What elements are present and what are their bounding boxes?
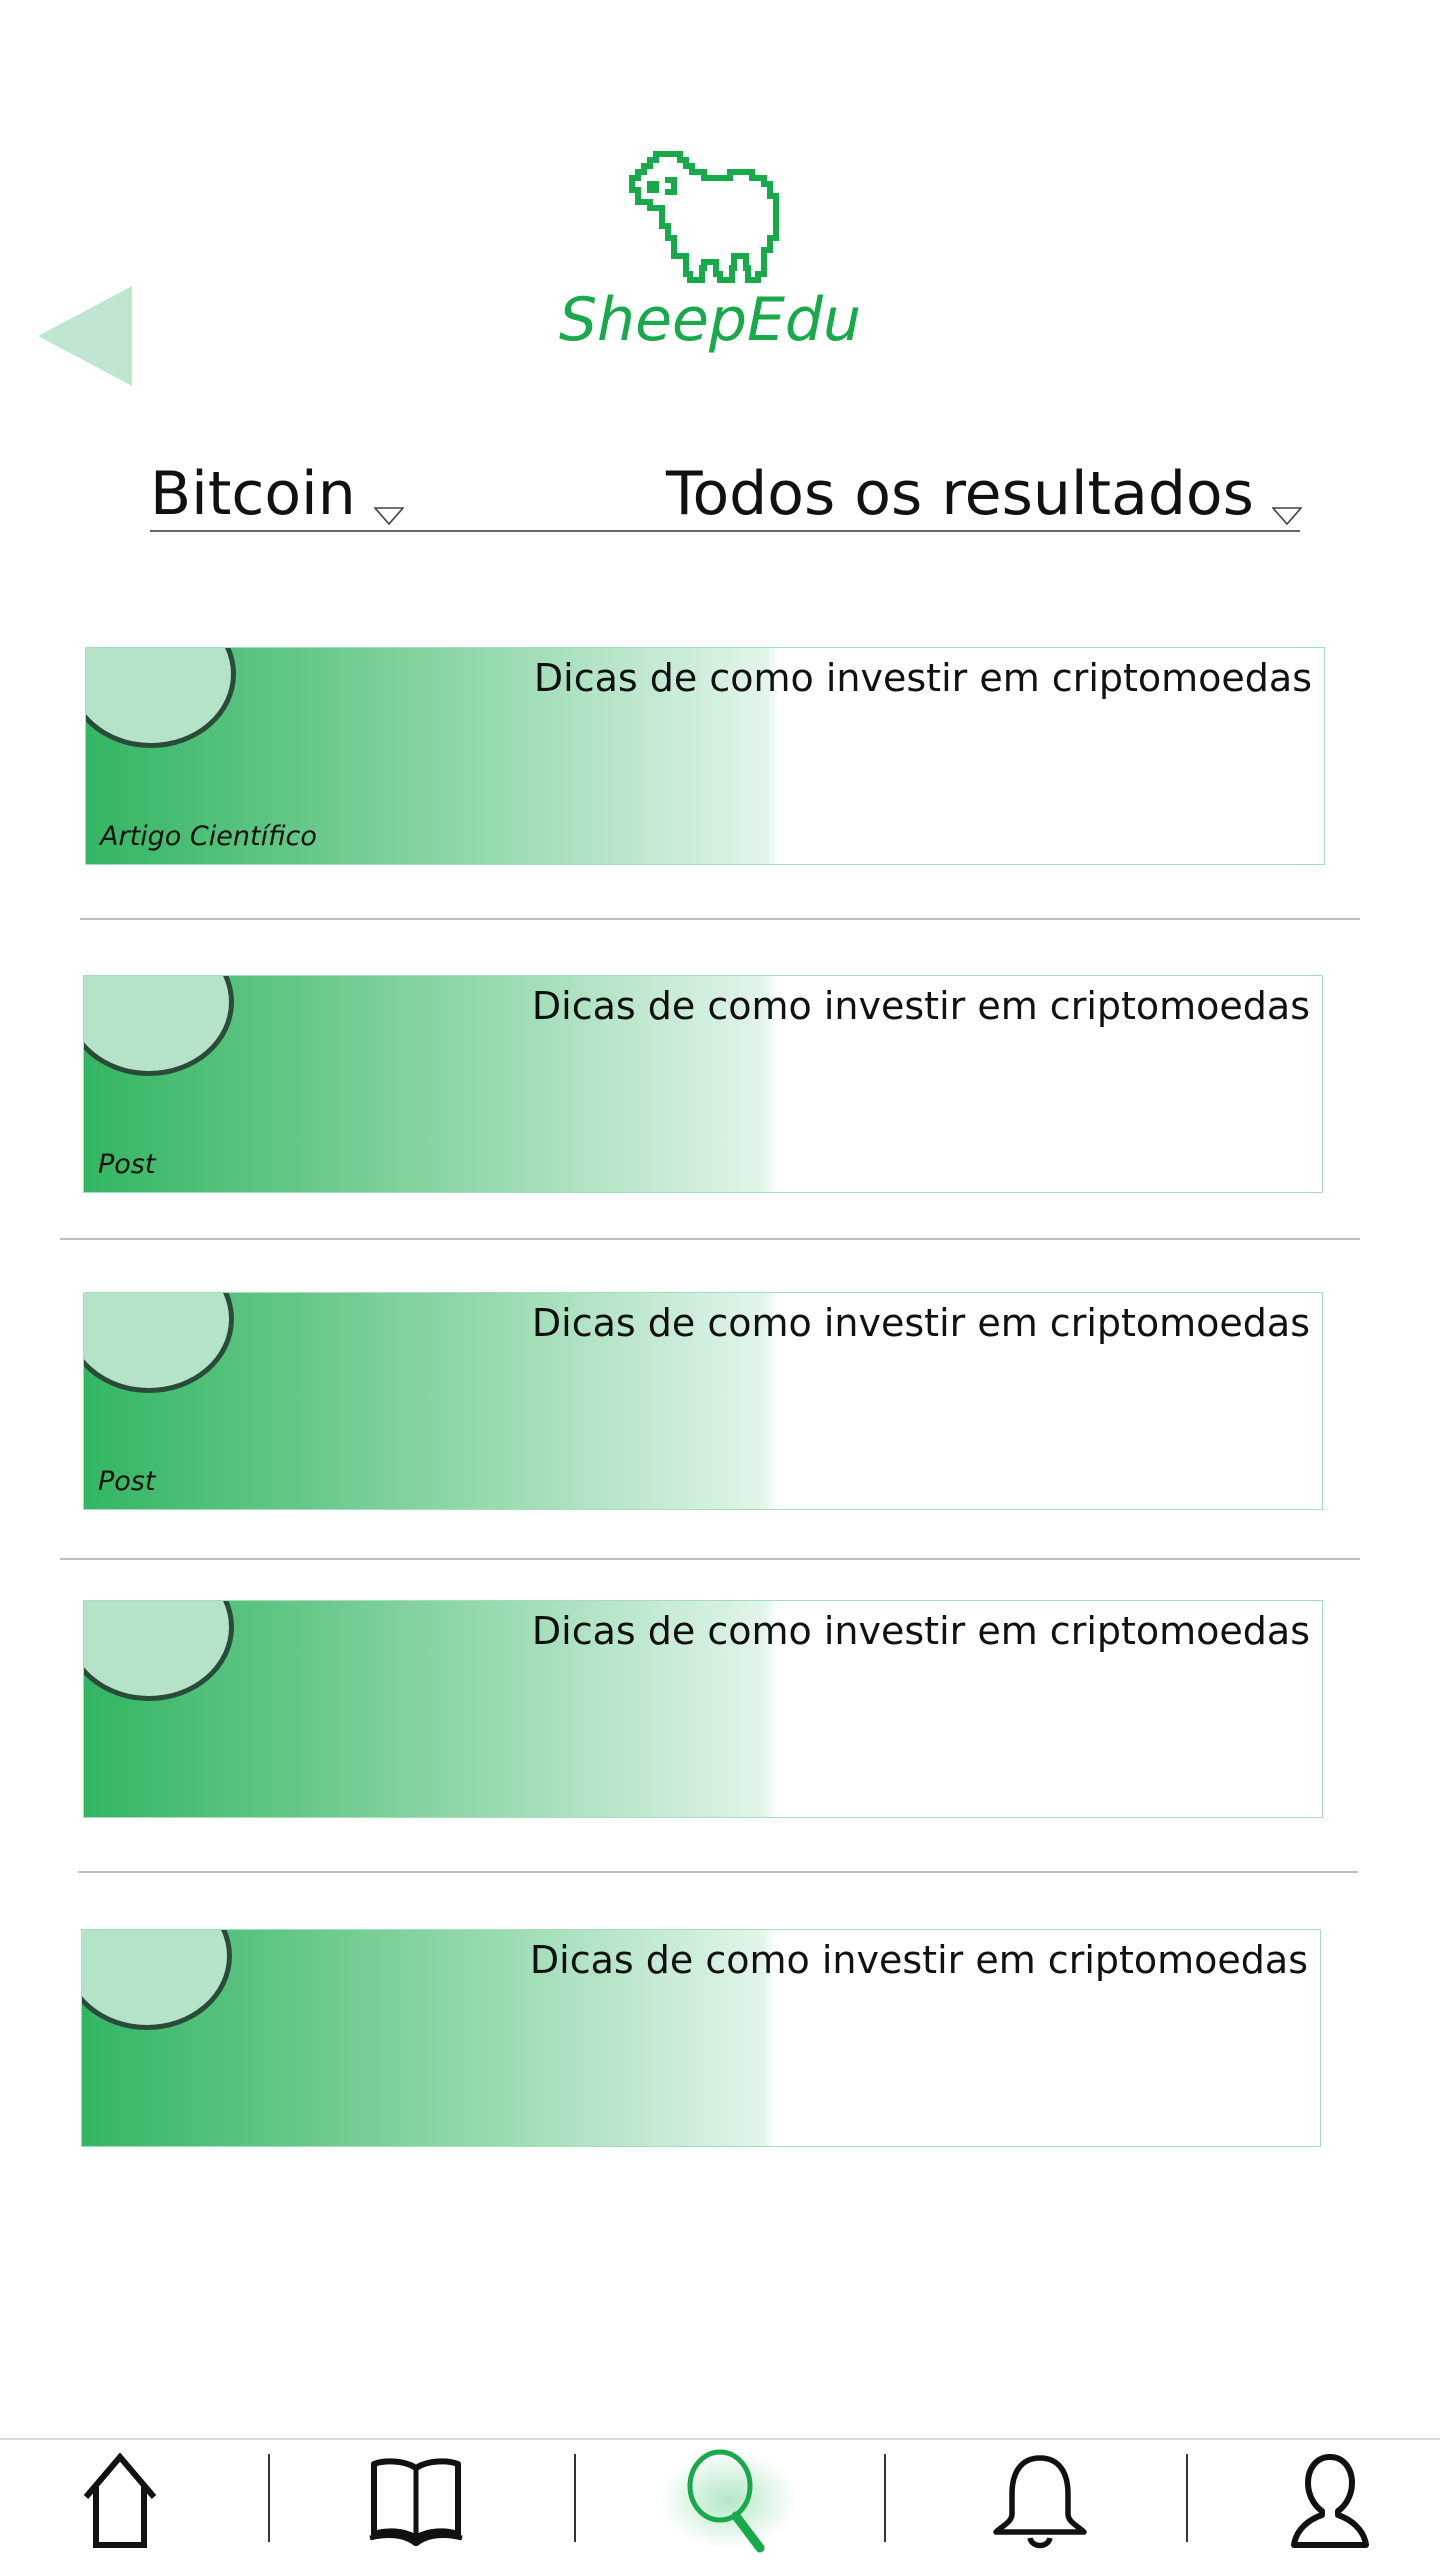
nav-search[interactable] — [659, 2440, 799, 2560]
brand-name: SheepEdu — [558, 285, 862, 355]
back-button[interactable] — [38, 286, 132, 386]
result-thumbnail — [84, 976, 234, 1076]
topic-dropdown[interactable]: Bitcoin — [150, 458, 404, 530]
result-thumbnail — [84, 1293, 234, 1393]
profile-icon — [1291, 2454, 1369, 2548]
chevron-down-icon — [1271, 507, 1302, 526]
back-triangle-icon — [38, 286, 132, 386]
nav-home[interactable] — [60, 2440, 180, 2560]
nav-separator — [574, 2454, 576, 2542]
result-card[interactable]: Dicas de como investir em criptomoedas — [81, 1929, 1321, 2147]
nav-library[interactable] — [356, 2440, 476, 2560]
result-title: Dicas de como investir em criptomoedas — [529, 1938, 1308, 1982]
result-title: Dicas de como investir em criptomoedas — [531, 1301, 1310, 1345]
result-card[interactable]: Dicas de como investir em criptomoedas P… — [83, 1292, 1323, 1510]
sheep-icon — [629, 151, 779, 283]
divider — [60, 1238, 1360, 1240]
result-thumbnail — [86, 648, 236, 748]
result-thumbnail — [84, 1601, 234, 1701]
divider — [78, 1871, 1358, 1873]
result-title: Dicas de como investir em criptomoedas — [531, 1609, 1310, 1653]
result-type: Post — [98, 1149, 156, 1180]
bottom-nav — [0, 2438, 1440, 2560]
nav-profile[interactable] — [1270, 2440, 1390, 2560]
home-icon — [83, 2452, 157, 2548]
chevron-down-icon — [373, 507, 404, 526]
result-title: Dicas de como investir em criptomoedas — [531, 984, 1310, 1028]
logo: SheepEdu — [540, 140, 880, 370]
result-type: Artigo Científico — [100, 821, 317, 852]
result-title: Dicas de como investir em criptomoedas — [533, 656, 1312, 700]
result-card[interactable]: Dicas de como investir em criptomoedas P… — [83, 975, 1323, 1193]
result-thumbnail — [82, 1930, 232, 2030]
results-dropdown[interactable]: Todos os resultados — [666, 458, 1302, 530]
nav-separator — [1186, 2454, 1188, 2542]
divider — [80, 918, 1360, 920]
filter-bar: Bitcoin Todos os resultados — [150, 458, 1302, 532]
nav-separator — [268, 2454, 270, 2542]
search-icon — [687, 2449, 765, 2553]
results-dropdown-label: Todos os resultados — [666, 459, 1254, 529]
bell-icon — [993, 2455, 1087, 2549]
book-icon — [369, 2458, 463, 2546]
result-type: Post — [98, 1466, 156, 1497]
result-card[interactable]: Dicas de como investir em criptomoedas — [83, 1600, 1323, 1818]
nav-notifications[interactable] — [980, 2440, 1100, 2560]
nav-separator — [884, 2454, 886, 2542]
divider — [60, 1558, 1360, 1560]
topic-dropdown-label: Bitcoin — [150, 459, 356, 529]
result-card[interactable]: Dicas de como investir em criptomoedas A… — [85, 647, 1325, 865]
